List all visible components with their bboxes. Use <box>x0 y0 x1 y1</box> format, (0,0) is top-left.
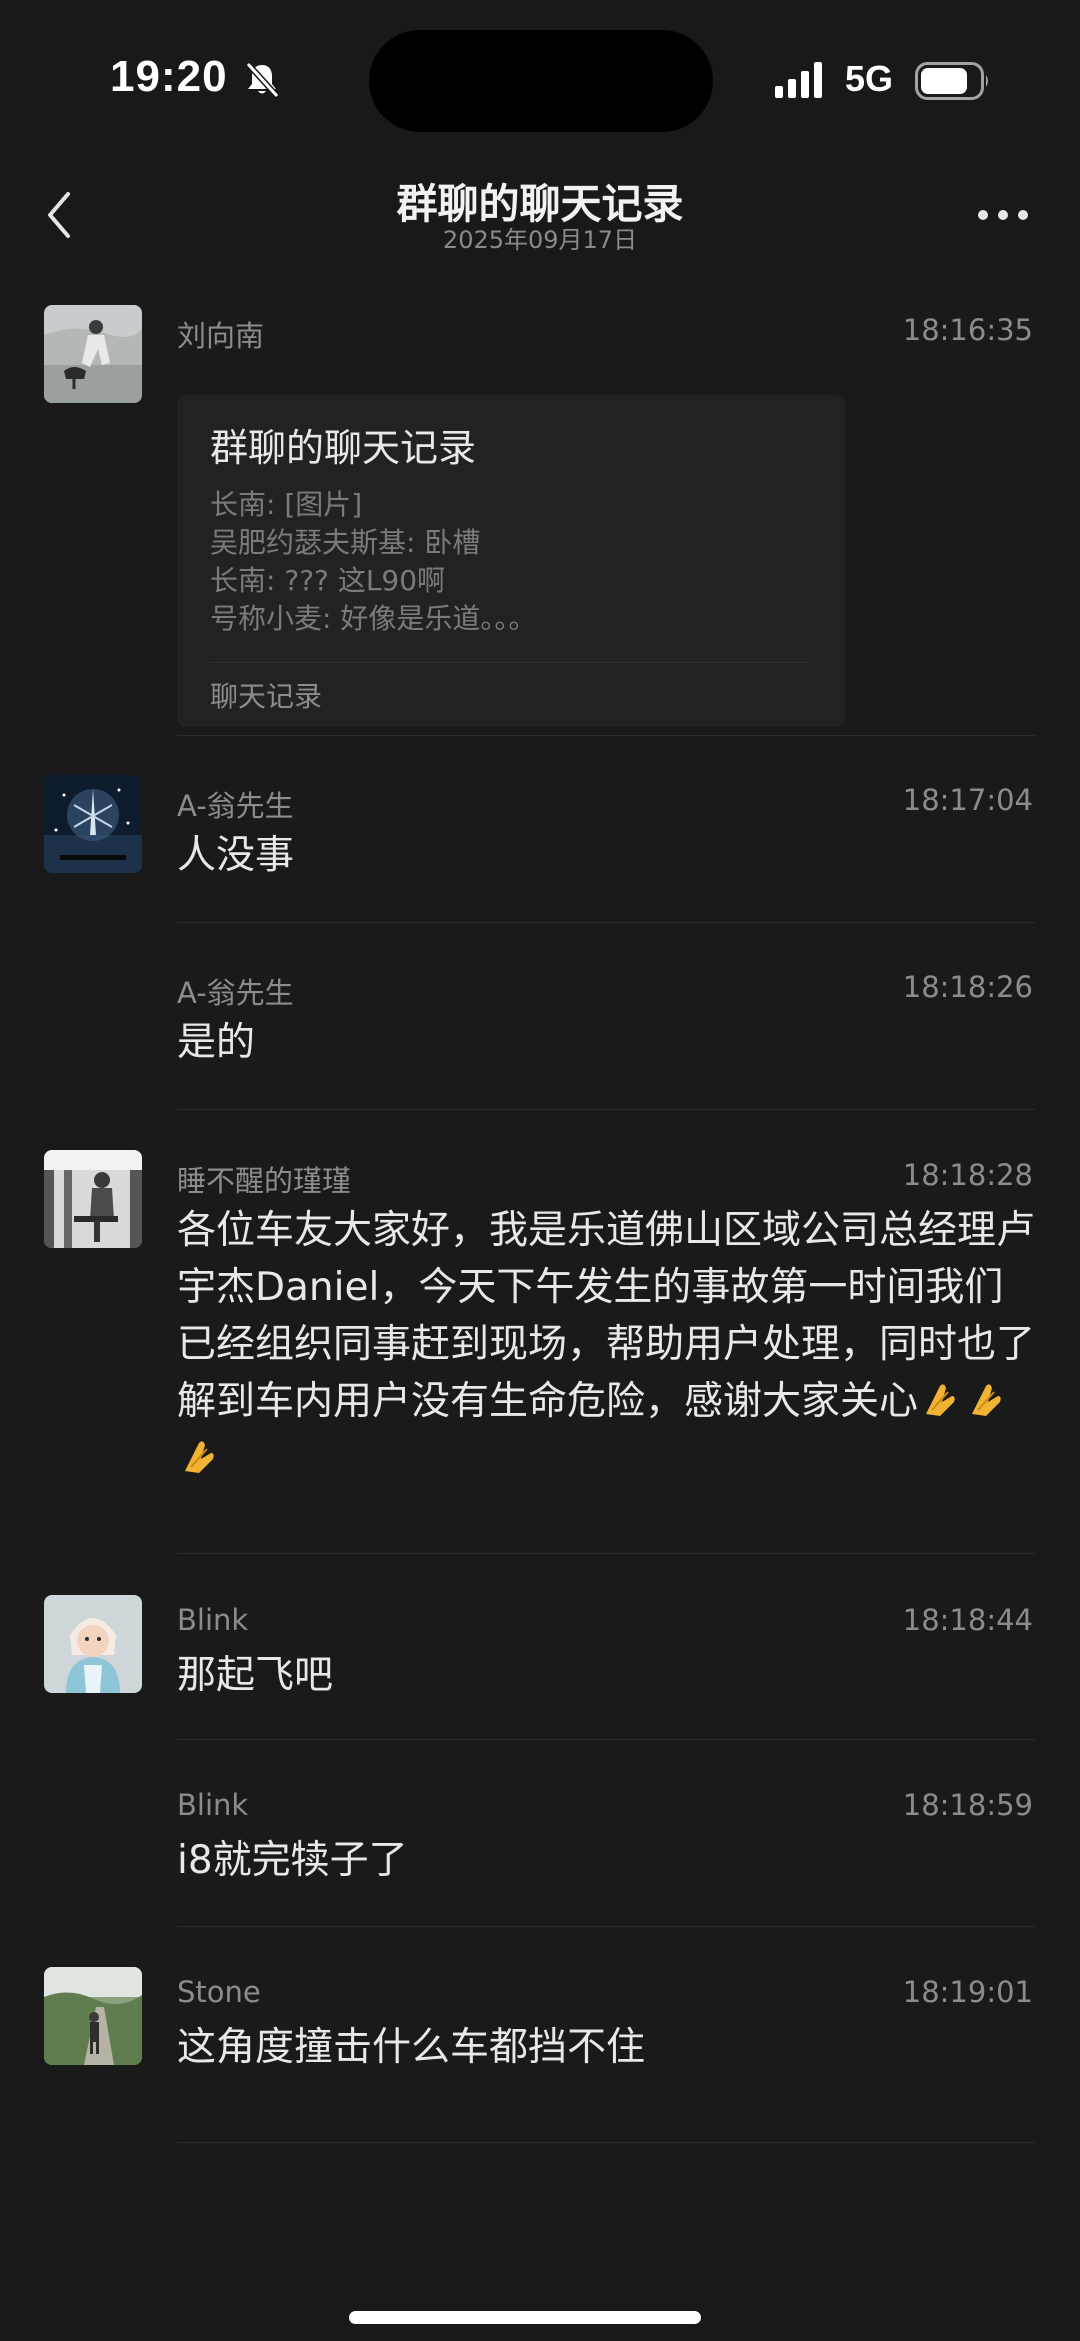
message-time: 18:18:26 <box>902 970 1033 1004</box>
avatar[interactable] <box>44 1967 142 2065</box>
avatar-image <box>44 1150 142 1248</box>
divider <box>177 1553 1035 1554</box>
message-time: 18:19:01 <box>902 1975 1033 2009</box>
message-time: 18:18:28 <box>902 1158 1033 1192</box>
nav-bar: 群聊的聊天记录 2025年09月17日 <box>0 160 1080 270</box>
avatar-image <box>44 305 142 403</box>
sender-name: 睡不醒的瑾瑾 <box>177 1164 352 1198</box>
status-bar: 19:20 5G <box>0 0 1080 160</box>
list-item: Blink 18:18:44 那起飞吧 <box>0 1595 1080 1715</box>
sender-name: A-翁先生 <box>177 976 294 1010</box>
record-card-line: 长南: [图片] <box>210 488 363 521</box>
avatar-image <box>44 775 142 873</box>
cellular-signal-icon <box>775 62 822 98</box>
chat-record-card[interactable]: 群聊的聊天记录 长南: [图片] 吴肥约瑟夫斯基: 卧槽 长南: ??? 这L9… <box>177 395 845 727</box>
message-time: 18:18:44 <box>902 1603 1033 1637</box>
message-text-content: 各位车友大家好，我是乐道佛山区域公司总经理卢宇杰Daniel，今天下午发生的事故… <box>177 1208 1036 1424</box>
list-item: Stone 18:19:01 这角度撞击什么车都挡不住 <box>0 1967 1080 2087</box>
sender-name: Blink <box>177 1603 249 1637</box>
divider <box>177 922 1035 923</box>
message-time: 18:16:35 <box>902 313 1033 347</box>
message-text: 这角度撞击什么车都挡不住 <box>177 2025 646 2070</box>
record-card-line: 吴肥约瑟夫斯基: 卧槽 <box>210 526 481 559</box>
message-text: 是的 <box>177 1020 256 1065</box>
sender-name: 刘向南 <box>177 319 265 353</box>
list-item: A-翁先生 18:18:26 是的 <box>0 962 1080 1082</box>
divider <box>177 1926 1035 1927</box>
list-item: A-翁先生 18:17:04 人没事 <box>0 775 1080 895</box>
list-item: Blink 18:18:59 i8就完犊子了 <box>0 1780 1080 1900</box>
sender-name: Blink <box>177 1788 249 1822</box>
record-card-footer: 聊天记录 <box>210 680 323 713</box>
record-card-line: 号称小麦: 好像是乐道。。。 <box>210 602 537 635</box>
divider <box>177 1109 1035 1110</box>
list-item: 刘向南 18:16:35 群聊的聊天记录 长南: [图片] 吴肥约瑟夫斯基: 卧… <box>0 305 1080 745</box>
more-dots-icon[interactable] <box>975 200 1031 230</box>
list-item: 睡不醒的瑾瑾 18:18:28 各位车友大家好，我是乐道佛山区域公司总经理卢宇杰… <box>0 1150 1080 1510</box>
dynamic-island <box>369 30 713 132</box>
avatar-image <box>44 1595 142 1693</box>
record-card-line: 长南: ??? 这L90啊 <box>210 564 446 597</box>
divider <box>177 1739 1035 1740</box>
bell-slash-icon <box>245 61 280 99</box>
message-list[interactable]: 刘向南 18:16:35 群聊的聊天记录 长南: [图片] 吴肥约瑟夫斯基: 卧… <box>0 270 1080 2270</box>
sender-name: Stone <box>177 1975 261 2009</box>
record-card-title: 群聊的聊天记录 <box>210 426 477 470</box>
divider <box>210 662 810 663</box>
battery-icon <box>915 62 988 100</box>
message-text: i8就完犊子了 <box>177 1838 408 1883</box>
message-text: 人没事 <box>177 833 295 878</box>
avatar[interactable] <box>44 1595 142 1693</box>
message-time: 18:18:59 <box>902 1788 1033 1822</box>
status-time: 19:20 <box>110 52 228 101</box>
message-text: 那起飞吧 <box>177 1653 334 1698</box>
message-time: 18:17:04 <box>902 783 1033 817</box>
page-subtitle: 2025年09月17日 <box>442 226 638 254</box>
divider <box>177 2142 1035 2143</box>
avatar[interactable] <box>44 305 142 403</box>
divider <box>177 735 1035 736</box>
home-indicator[interactable] <box>349 2311 701 2324</box>
avatar[interactable] <box>44 775 142 873</box>
network-type: 5G <box>845 58 894 99</box>
avatar[interactable] <box>44 1150 142 1248</box>
sender-name: A-翁先生 <box>177 789 294 823</box>
avatar-image <box>44 1967 142 2065</box>
message-text: 各位车友大家好，我是乐道佛山区域公司总经理卢宇杰Daniel，今天下午发生的事故… <box>177 1202 1037 1487</box>
